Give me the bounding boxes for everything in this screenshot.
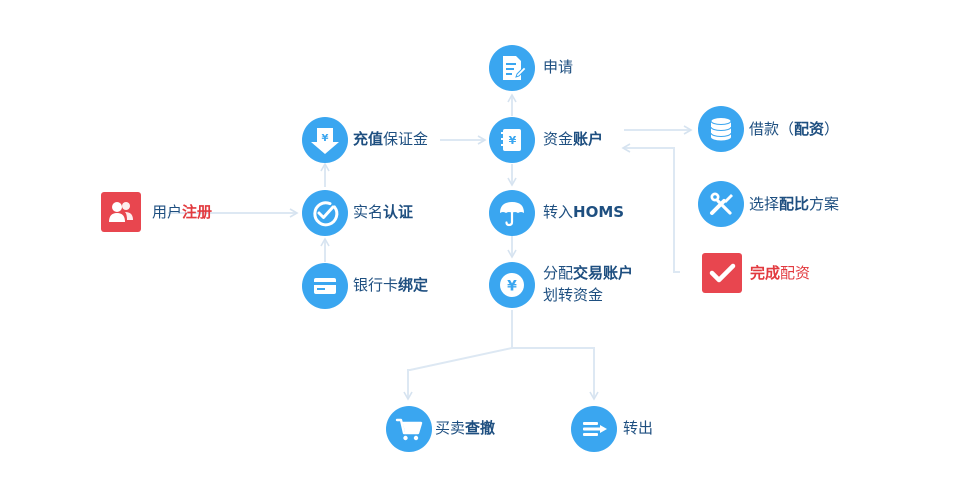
- node-transfer[interactable]: 转出: [571, 406, 681, 452]
- node-complete[interactable]: 完成配资: [702, 253, 832, 293]
- node-label: 银行卡绑定: [353, 276, 429, 294]
- checkmark-icon: [702, 253, 742, 293]
- node-ratio[interactable]: 选择配比方案: [698, 181, 858, 227]
- node-label: 完成配资: [750, 264, 811, 282]
- node-label: 用户注册: [152, 203, 213, 221]
- node-label: 转出: [623, 419, 654, 437]
- card-icon: [302, 263, 348, 309]
- transfer-icon: [571, 406, 617, 452]
- yen-down-icon: ¥: [302, 117, 348, 163]
- node-label: 借款（配资）: [749, 120, 840, 138]
- cart-icon: [386, 406, 432, 452]
- flow-diagram: 用户注册 实名认证 ¥ 充值保证金 银行卡绑定 申请 ¥ 资金账户 转入HOMS…: [0, 0, 960, 500]
- arrow-complete-fund: [621, 143, 680, 273]
- svg-text:¥: ¥: [507, 279, 517, 295]
- node-bindcard[interactable]: 银行卡绑定: [302, 263, 442, 309]
- svg-text:¥: ¥: [509, 134, 517, 147]
- users-icon: [101, 192, 141, 232]
- node-fund[interactable]: ¥ 资金账户: [489, 117, 619, 163]
- svg-text:¥: ¥: [322, 133, 329, 144]
- tools-icon: [698, 181, 744, 227]
- arrow-allocate-trade: [403, 310, 513, 401]
- node-realname[interactable]: 实名认证: [302, 190, 432, 236]
- node-label: 申请: [543, 58, 574, 76]
- node-label: 资金账户: [543, 130, 604, 148]
- coins-icon: [698, 106, 744, 152]
- node-trade[interactable]: 买卖查撤: [386, 406, 516, 452]
- node-borrow[interactable]: 借款（配资）: [698, 106, 858, 152]
- document-edit-icon: [489, 45, 535, 91]
- node-label-line2: 划转资金: [543, 286, 604, 304]
- yen-circle-icon: ¥: [489, 262, 535, 308]
- check-circle-icon: [302, 190, 348, 236]
- node-label: 买卖查撤: [435, 419, 496, 437]
- yen-book-icon: ¥: [489, 117, 535, 163]
- node-allocate[interactable]: ¥ 分配交易账户 划转资金: [489, 262, 649, 310]
- node-label: 转入HOMS: [543, 203, 625, 221]
- node-apply[interactable]: 申请: [489, 45, 599, 91]
- node-label: 实名认证: [353, 203, 414, 221]
- node-deposit[interactable]: ¥ 充值保证金: [302, 117, 442, 163]
- node-label: 分配交易账户: [543, 264, 634, 282]
- node-homs[interactable]: 转入HOMS: [489, 190, 629, 236]
- arrow-allocate-transfer: [512, 347, 599, 401]
- umbrella-icon: [489, 190, 535, 236]
- node-register[interactable]: 用户注册: [101, 192, 231, 234]
- node-label: 充值保证金: [353, 130, 429, 148]
- node-label: 选择配比方案: [749, 195, 840, 213]
